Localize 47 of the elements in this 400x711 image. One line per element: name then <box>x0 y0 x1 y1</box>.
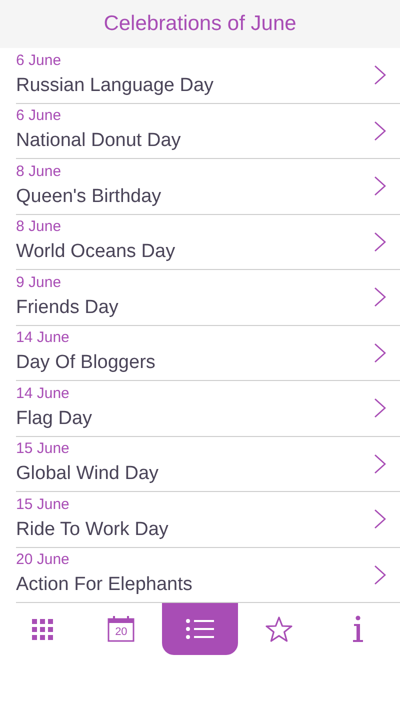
info-icon <box>350 615 365 643</box>
event-name: National Donut Day <box>16 129 181 154</box>
event-date: 6 June <box>16 107 62 126</box>
event-row[interactable]: 6 June National Donut Day <box>16 104 400 159</box>
calendar-icon: 20 <box>107 615 136 643</box>
event-name: Global Wind Day <box>16 462 159 486</box>
chevron-right-icon <box>374 564 386 585</box>
event-row[interactable]: 8 June World Oceans Day <box>16 214 400 270</box>
chevron-right-icon <box>374 287 386 308</box>
tab[interactable]: 20 <box>83 603 160 655</box>
event-name: Friends Day <box>16 296 118 320</box>
chevron-right-icon <box>374 65 386 86</box>
screen-title: Celebrations of June <box>104 12 296 36</box>
event-row[interactable]: 14 June Flag Day <box>16 381 400 436</box>
event-name: Ride To Work Day <box>16 518 168 542</box>
chevron-right-icon <box>374 232 386 252</box>
chevron-right-icon <box>374 342 386 363</box>
event-row[interactable]: 9 June Friends Day <box>16 270 400 326</box>
event-row[interactable]: 14 June Day Of Bloggers <box>16 326 400 381</box>
event-date: 8 June <box>16 218 62 236</box>
event-date: 15 June <box>16 440 70 458</box>
event-date: 9 June <box>16 274 62 292</box>
event-name: World Oceans Day <box>16 240 176 264</box>
chevron-right-icon <box>374 120 386 141</box>
event-row[interactable]: 8 June Queen's Birthday <box>16 159 400 214</box>
chevron-right-icon <box>374 176 386 196</box>
tab[interactable] <box>162 603 238 655</box>
event-row[interactable]: 6 June Russian Language Day <box>16 48 400 104</box>
grid-icon <box>32 618 53 640</box>
event-date: 8 June <box>16 162 62 181</box>
event-name: Day Of Bloggers <box>16 351 156 376</box>
event-name: Flag Day <box>16 406 92 431</box>
event-name: Russian Language Day <box>16 74 214 98</box>
star-icon <box>264 616 293 642</box>
event-name: Action For Elephants <box>16 573 192 598</box>
chevron-right-icon <box>374 454 386 474</box>
event-date: 15 June <box>16 496 70 514</box>
event-name: Queen's Birthday <box>16 184 162 209</box>
event-date: 14 June <box>16 329 70 348</box>
event-date: 14 June <box>16 384 70 403</box>
event-row[interactable]: 15 June Global Wind Day <box>16 436 400 492</box>
event-row[interactable]: 15 June Ride To Work Day <box>16 492 400 548</box>
chevron-right-icon <box>374 398 386 418</box>
event-date: 20 June <box>16 551 70 570</box>
list-icon <box>186 619 214 639</box>
event-date: 6 June <box>16 52 62 70</box>
chevron-right-icon <box>374 509 386 530</box>
